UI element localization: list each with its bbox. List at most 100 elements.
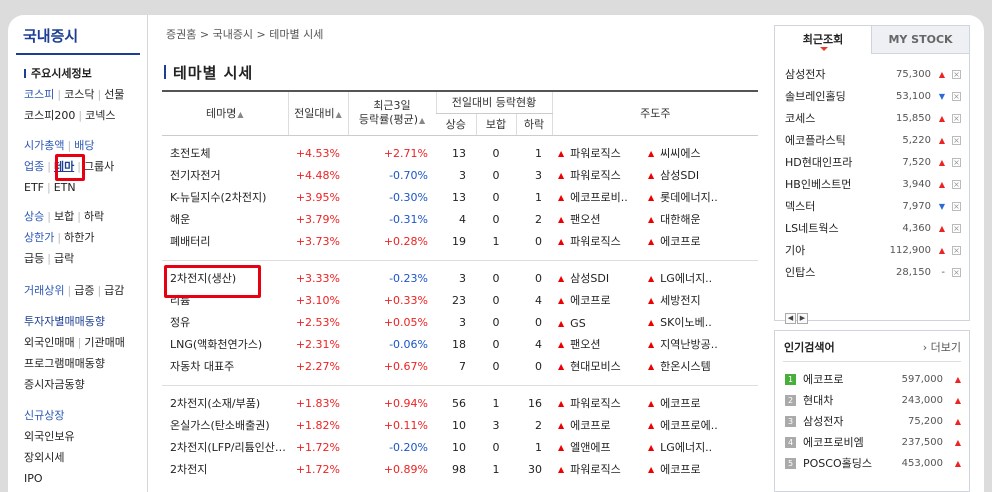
nav-link-top-volume[interactable]: 거래상위 <box>24 284 64 297</box>
theme-name-link[interactable]: 2차전지(LFP/리튬인산… <box>162 436 288 458</box>
nav-link-market-funds[interactable]: 증시자금동향 <box>24 378 85 391</box>
leader-stock-2[interactable]: ▲ 대한해운 <box>648 211 748 227</box>
tab-mystock[interactable]: MY STOCK <box>871 26 969 54</box>
prev-page-button[interactable]: ◀ <box>785 313 796 324</box>
leader-stock-1[interactable]: ▲ 파워로직스 <box>558 461 648 477</box>
leader-stock-1[interactable]: ▲ 에코프로 <box>558 417 648 433</box>
nav-link-volume-drop[interactable]: 급감 <box>104 284 124 297</box>
recent-stock-name[interactable]: 솔브레인홀딩 <box>785 86 846 108</box>
close-icon[interactable]: × <box>952 70 961 79</box>
leader-stock-1[interactable]: ▲ 에코프로 <box>558 292 648 308</box>
close-icon[interactable]: × <box>952 246 961 255</box>
theme-name-link[interactable]: 정유 <box>162 311 288 333</box>
recent-item[interactable]: 기아 112,900 ▲ × <box>785 240 961 262</box>
leader-stock-2[interactable]: ▲ 세방전지 <box>648 292 748 308</box>
theme-name-link[interactable]: 자동차 대표주 <box>162 355 288 377</box>
nav-link-otc[interactable]: 장외시세 <box>24 451 64 464</box>
nav-link-konex[interactable]: 코넥스 <box>85 109 115 122</box>
popular-stock-name[interactable]: 삼성전자 <box>803 411 843 432</box>
theme-name-link[interactable]: 해운 <box>162 208 288 230</box>
recent-item[interactable]: HB인베스트먼 3,940 ▲ × <box>785 174 961 196</box>
recent-item[interactable]: 덱스터 7,970 ▼ × <box>785 196 961 218</box>
lnb-title[interactable]: 국내증시 <box>23 25 78 46</box>
recent-item[interactable]: LS네트웍스 4,360 ▲ × <box>785 218 961 240</box>
popular-item[interactable]: 5 POSCO홀딩스 453,000 ▲ <box>785 453 965 474</box>
nav-link-kospi[interactable]: 코스피 <box>24 88 54 101</box>
nav-link-sector[interactable]: 업종 <box>24 160 44 173</box>
leader-stock-2[interactable]: ▲ 한온시스템 <box>648 358 748 374</box>
nav-link-group[interactable]: 그룹사 <box>84 160 114 173</box>
col-recent3[interactable]: 최근3일 등락률(평균)▲ <box>347 90 436 136</box>
recent-item[interactable]: 인탑스 28,150- × <box>785 262 961 284</box>
col-change[interactable]: 전일대비▲ <box>287 90 348 136</box>
theme-row[interactable]: 전기자전거 +4.48% -0.70% 3 0 3 ▲ 파워로직스 ▲ 삼성SDI <box>162 164 758 186</box>
nav-link-kosdaq[interactable]: 코스닥 <box>64 88 94 101</box>
recent-stock-name[interactable]: 인탑스 <box>785 262 815 284</box>
nav-link-upper-limit[interactable]: 상한가 <box>24 231 54 244</box>
popular-stock-name[interactable]: 에코프로 <box>803 369 843 390</box>
nav-link-futures[interactable]: 선물 <box>104 88 124 101</box>
recent-stock-name[interactable]: 코세스 <box>785 108 815 130</box>
popular-stock-name[interactable]: 현대차 <box>803 390 833 411</box>
nav-link-foreign-holding[interactable]: 외국인보유 <box>24 430 75 443</box>
recent-stock-name[interactable]: HD현대인프라 <box>785 152 852 174</box>
popular-item[interactable]: 3 삼성전자 75,200 ▲ <box>785 411 965 432</box>
theme-name-link[interactable]: 폐배터리 <box>162 230 288 252</box>
recent-item[interactable]: 코세스 15,850 ▲ × <box>785 108 961 130</box>
leader-stock-2[interactable]: ▲ 씨씨에스 <box>648 145 748 161</box>
theme-name-link[interactable]: 온실가스(탄소배출권) <box>162 414 288 436</box>
leader-stock-2[interactable]: ▲ 롯데에너지.. <box>648 189 748 205</box>
theme-name-link[interactable]: K-뉴딜지수(2차전지) <box>162 186 288 208</box>
leader-stock-2[interactable]: ▲ LG에너지.. <box>648 439 748 455</box>
leader-stock-1[interactable]: ▲ 삼성SDI <box>558 270 648 286</box>
close-icon[interactable]: × <box>952 114 961 123</box>
next-page-button[interactable]: ▶ <box>797 313 808 324</box>
leader-stock-2[interactable]: ▲ SK이노베.. <box>648 314 748 330</box>
leader-stock-2[interactable]: ▲ 삼성SDI <box>648 167 748 183</box>
nav-link-foreign-trade[interactable]: 외국인매매 <box>24 336 75 349</box>
theme-row[interactable]: LNG(액화천연가스) +2.31% -0.06% 18 0 4 ▲ 팬오션 ▲ 지역난방공.. <box>162 333 758 355</box>
nav-link-surge[interactable]: 급등 <box>24 252 44 265</box>
recent-stock-name[interactable]: 에코플라스틱 <box>785 130 846 152</box>
popular-item[interactable]: 4 에코프로비엠 237,500 ▲ <box>785 432 965 453</box>
theme-row[interactable]: 해운 +3.79% -0.31% 4 0 2 ▲ 팬오션 ▲ 대한해운 <box>162 208 758 230</box>
theme-name-link[interactable]: 전기자전거 <box>162 164 288 186</box>
theme-row[interactable]: 2차전지 +1.72% +0.89% 98 1 30 ▲ 파워로직스 ▲ 에코프로 <box>162 458 758 480</box>
nav-link-institution-trade[interactable]: 기관매매 <box>84 336 124 349</box>
close-icon[interactable]: × <box>952 268 961 277</box>
theme-name-link[interactable]: LNG(액화천연가스) <box>162 333 288 355</box>
leader-stock-1[interactable]: ▲ 엘앤에프 <box>558 439 648 455</box>
nav-link-rise[interactable]: 상승 <box>24 210 44 223</box>
popular-stock-name[interactable]: POSCO홀딩스 <box>803 453 872 474</box>
theme-row[interactable]: 2차전지(소재/부품) +1.83% +0.94% 56 1 16 ▲ 파워로직스 ▲ 에코프로 <box>162 392 758 414</box>
leader-stock-2[interactable]: ▲ 에코프로 <box>648 233 748 249</box>
recent-stock-name[interactable]: 기아 <box>785 240 805 262</box>
theme-row[interactable]: 자동차 대표주 +2.27% +0.67% 7 0 0 ▲ 현대모비스 ▲ 한온시스템 <box>162 355 758 377</box>
leader-stock-1[interactable]: ▲ 파워로직스 <box>558 145 648 161</box>
leader-stock-2[interactable]: ▲ 지역난방공.. <box>648 336 748 352</box>
leader-stock-1[interactable]: ▲ 에코프로비.. <box>558 189 648 205</box>
close-icon[interactable]: × <box>952 136 961 145</box>
nav-link-kospi200[interactable]: 코스피200 <box>24 109 75 122</box>
close-icon[interactable]: × <box>952 202 961 211</box>
nav-link-investor-trend[interactable]: 투자자별매매동향 <box>24 315 105 328</box>
nav-link-new-listing[interactable]: 신규상장 <box>24 409 64 422</box>
theme-row[interactable]: 폐배터리 +3.73% +0.28% 19 1 0 ▲ 파워로직스 ▲ 에코프로 <box>162 230 758 252</box>
close-icon[interactable]: × <box>952 92 961 101</box>
breadcrumb[interactable]: 증권홈 > 국내증시 > 테마별 시세 <box>166 26 323 42</box>
recent-stock-name[interactable]: 삼성전자 <box>785 64 825 86</box>
nav-link-market-cap[interactable]: 시가총액 <box>24 139 64 152</box>
recent-item[interactable]: 솔브레인홀딩 53,100 ▼ × <box>785 86 961 108</box>
recent-item[interactable]: 삼성전자 75,300 ▲ × <box>785 64 961 86</box>
nav-link-volume-surge[interactable]: 급증 <box>74 284 94 297</box>
theme-row[interactable]: 초전도체 +4.53% +2.71% 13 0 1 ▲ 파워로직스 ▲ 씨씨에스 <box>162 142 758 164</box>
close-icon[interactable]: × <box>952 180 961 189</box>
leader-stock-1[interactable]: ▲ 파워로직스 <box>558 395 648 411</box>
nav-link-etf[interactable]: ETF <box>24 181 44 194</box>
nav-link-fall[interactable]: 하락 <box>84 210 104 223</box>
leader-stock-1[interactable]: ▲ 팬오션 <box>558 211 648 227</box>
nav-head-main-quotes[interactable]: 주요시세정보 <box>24 67 92 80</box>
nav-link-lower-limit[interactable]: 하한가 <box>64 231 94 244</box>
popular-stock-name[interactable]: 에코프로비엠 <box>803 432 864 453</box>
theme-row[interactable]: 정유 +2.53% +0.05% 3 0 0 ▲ GS ▲ SK이노베.. <box>162 311 758 333</box>
